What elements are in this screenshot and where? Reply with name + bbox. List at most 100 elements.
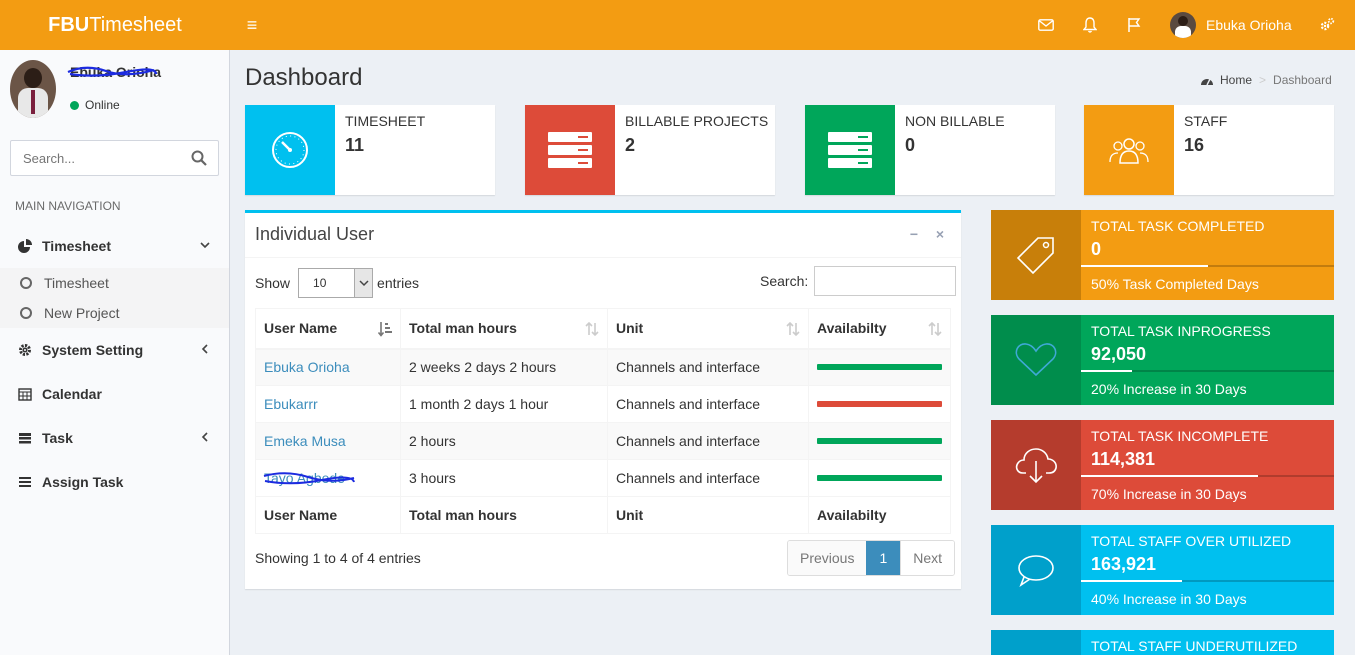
close-icon[interactable]: ×	[933, 227, 947, 241]
redaction-scribble	[263, 472, 355, 485]
info-box-non-billable: NON BILLABLE 0	[805, 105, 1055, 195]
stat-task-completed: TOTAL TASK COMPLETED 0 50% Task Complete…	[991, 210, 1334, 300]
stat-progress-bar	[1081, 475, 1334, 477]
col-availability[interactable]: Availabilty	[808, 308, 951, 350]
sidebar-item-task[interactable]: Task	[0, 416, 229, 460]
unit-cell: Channels and interface	[607, 385, 809, 423]
pie-chart-icon	[18, 239, 32, 253]
table-footer-row: User Name Total man hours Unit Availabil…	[255, 496, 951, 534]
submenu-item-timesheet[interactable]: Timesheet	[0, 268, 229, 298]
entries-length-control: Show 10 entries	[255, 268, 419, 298]
availability-bar	[817, 364, 942, 371]
app-logo[interactable]: FBUTimesheet	[0, 0, 230, 50]
user-menu[interactable]: Ebuka Orioha	[1170, 12, 1292, 38]
availability-cell	[808, 459, 951, 497]
breadcrumb-home[interactable]: Home	[1220, 73, 1252, 87]
server-icon	[805, 105, 895, 195]
stat-title: TOTAL TASK COMPLETED	[1091, 218, 1265, 234]
chevron-left-icon	[201, 344, 208, 354]
clock-icon	[245, 105, 335, 195]
users-table: User Name Total man hours Unit Availabil…	[255, 308, 951, 534]
col-total-man-hours[interactable]: Total man hours	[400, 308, 608, 350]
stat-value: 92,050	[1091, 344, 1147, 364]
sidebar: Ebuka Orioha Online MAIN NAVIGATION Time…	[0, 50, 230, 655]
progress-fill	[1081, 580, 1183, 582]
table-search-input[interactable]	[814, 266, 957, 296]
entries-length-select[interactable]: 10	[298, 268, 374, 298]
bell-icon[interactable]	[1079, 14, 1101, 36]
stat-title: TOTAL STAFF UNDERUTILIZED	[1091, 638, 1298, 654]
search-icon[interactable]	[190, 149, 208, 167]
user-link[interactable]: Ebukarrr	[264, 396, 318, 412]
unit-cell: Channels and interface	[607, 422, 809, 460]
redaction-scribble	[67, 66, 158, 77]
user-link[interactable]: Ebuka Orioha	[264, 359, 350, 375]
list-icon	[18, 475, 32, 489]
flag-icon[interactable]	[1123, 14, 1145, 36]
avatar	[1170, 12, 1196, 38]
users-icon	[1084, 105, 1174, 195]
sort-asc-icon	[378, 322, 392, 337]
hours-cell: 3 hours	[400, 459, 608, 497]
next-button[interactable]: Next	[900, 541, 955, 575]
info-box-label: TIMESHEET	[345, 113, 426, 129]
col-user-name[interactable]: User Name	[255, 308, 401, 350]
availability-cell	[808, 348, 951, 386]
stat-description: 70% Increase in 30 Days	[1091, 486, 1247, 502]
stat-task-incomplete: TOTAL TASK INCOMPLETE 114,381 70% Increa…	[991, 420, 1334, 510]
tag-icon	[991, 210, 1081, 300]
user-link[interactable]: Emeka Musa	[264, 433, 346, 449]
stat-progress-bar	[1081, 370, 1334, 372]
unit-cell: Channels and interface	[607, 348, 809, 386]
minimize-icon[interactable]: −	[907, 227, 921, 241]
info-box-label: STAFF	[1184, 113, 1228, 129]
chevron-down-icon	[200, 242, 210, 249]
sidebar-item-assign-task[interactable]: Assign Task	[0, 460, 229, 504]
sidebar-item-timesheet[interactable]: Timesheet	[0, 224, 229, 268]
page-1-button[interactable]: 1	[866, 541, 901, 575]
mail-icon[interactable]	[1035, 14, 1057, 36]
sidebar-item-system-setting[interactable]: System Setting	[0, 328, 229, 372]
sidebar-item-calendar[interactable]: Calendar	[0, 372, 229, 416]
stat-task-inprogress: TOTAL TASK INPROGRESS 92,050 20% Increas…	[991, 315, 1334, 405]
table-search: Search:	[760, 266, 957, 296]
online-dot-icon	[70, 100, 79, 110]
nav-header: MAIN NAVIGATION	[15, 199, 121, 213]
individual-user-box: Individual User − × Show 10 entries Sear…	[245, 210, 961, 589]
table-icon	[18, 431, 32, 445]
info-box-value: 11	[345, 135, 365, 155]
timesheet-submenu: Timesheet New Project	[0, 268, 229, 328]
table-row: Tayo Agbede 3 hours Channels and interfa…	[255, 459, 951, 497]
hours-cell: 2 hours	[400, 422, 608, 460]
user-panel: Ebuka Orioha Online	[10, 60, 220, 120]
info-box-value: 0	[905, 135, 916, 155]
dashboard-icon	[1201, 78, 1213, 86]
cloud-download-icon	[991, 420, 1081, 510]
stat-description: 40% Increase in 30 Days	[1091, 591, 1247, 607]
sidebar-toggle-icon[interactable]: ≡	[242, 15, 262, 35]
availability-bar	[817, 401, 942, 407]
info-box-label: BILLABLE PROJECTS	[625, 113, 769, 129]
avatar	[10, 60, 56, 118]
col-unit[interactable]: Unit	[607, 308, 809, 350]
stat-progress-bar	[1081, 580, 1334, 582]
sort-both-icon	[585, 321, 599, 337]
stat-description: 20% Increase in 30 Days	[1091, 381, 1247, 397]
previous-button[interactable]: Previous	[788, 541, 867, 575]
chat-icon	[991, 630, 1081, 655]
unit-cell: Channels and interface	[607, 459, 809, 497]
availability-cell	[808, 385, 951, 423]
sidebar-search-input[interactable]	[11, 141, 181, 175]
stat-value: 0	[1091, 239, 1102, 259]
stat-title: TOTAL TASK INPROGRESS	[1091, 323, 1271, 339]
submenu-item-new-project[interactable]: New Project	[0, 298, 229, 328]
breadcrumb: Home > Dashboard	[1200, 73, 1332, 87]
heart-icon	[991, 315, 1081, 405]
availability-bar	[817, 438, 942, 444]
sort-both-icon	[928, 321, 942, 337]
stat-progress-bar	[1081, 265, 1334, 267]
info-box-label: NON BILLABLE	[905, 113, 1005, 129]
stat-value: 114,381	[1091, 449, 1156, 469]
progress-fill	[1081, 265, 1208, 267]
gears-icon[interactable]	[1316, 14, 1338, 36]
